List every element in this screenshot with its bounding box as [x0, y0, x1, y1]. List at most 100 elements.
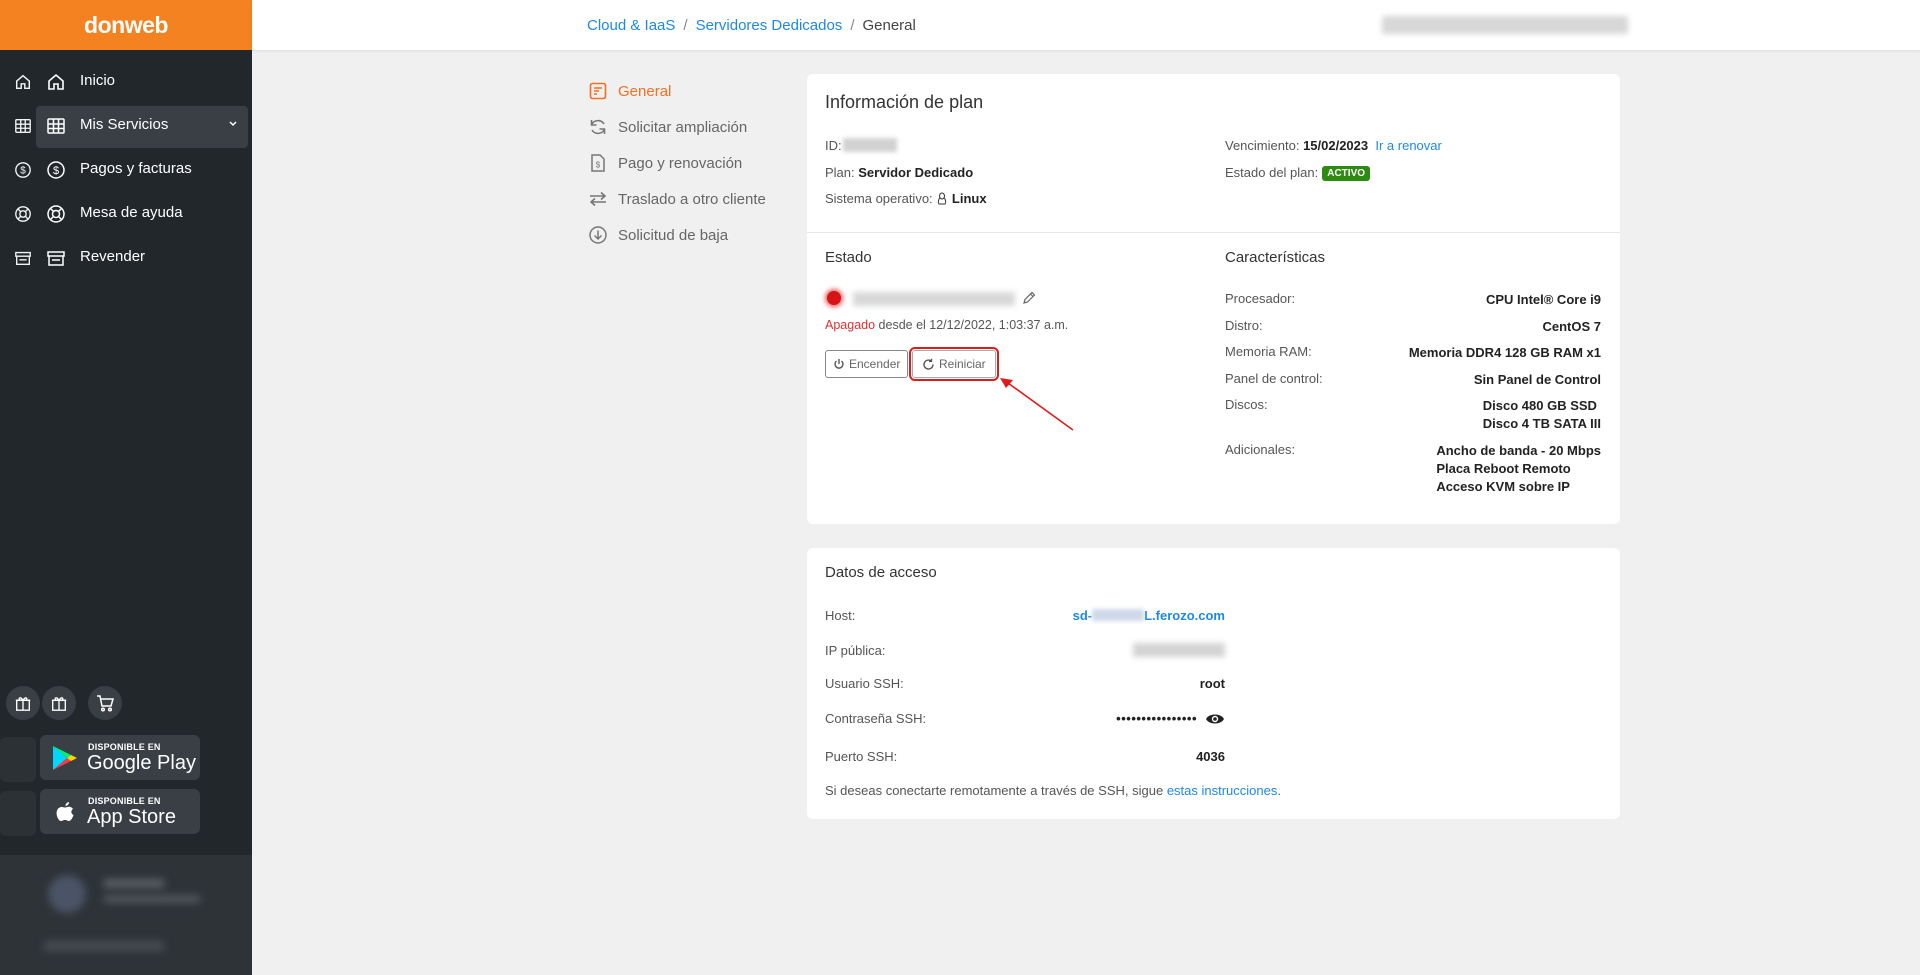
- sidebar-item-label: Mis Servicios: [80, 116, 169, 133]
- access-label: IP pública:: [825, 643, 886, 658]
- host-prefix: sd-: [1072, 608, 1093, 623]
- eye-icon[interactable]: [1205, 712, 1225, 726]
- submenu-item-baja[interactable]: Solicitud de baja: [588, 217, 766, 253]
- char-row-procesador: Procesador: CPU Intel® Core i9: [1225, 291, 1601, 307]
- field-label: ID:: [825, 138, 842, 153]
- submenu-item-traslado[interactable]: Traslado a otro cliente: [588, 181, 766, 217]
- char-label: Procesador:: [1225, 291, 1296, 306]
- char-value-line: CentOS 7: [1542, 319, 1601, 334]
- cart-icon: [95, 693, 115, 713]
- user-profile[interactable]: [0, 855, 252, 975]
- plan-id: ID:: [825, 138, 842, 153]
- account-info-redacted[interactable]: [1382, 16, 1628, 34]
- sidebar-item-label: Pagos y facturas: [80, 160, 192, 177]
- plan-info-card: Información de plan ID: Plan: Servidor D…: [807, 74, 1620, 524]
- gift-icon: [50, 694, 68, 712]
- power-state: Apagado desde el 12/12/2022, 1:03:37 a.m…: [825, 318, 1068, 332]
- transfer-icon: [588, 189, 608, 209]
- grid-icon: [46, 116, 66, 136]
- field-value: Linux: [951, 191, 987, 206]
- store-name: Google Play: [87, 752, 196, 774]
- download-circle-icon: [588, 225, 608, 245]
- user-name-redacted: [104, 879, 164, 888]
- power-icon: [833, 358, 849, 370]
- store-icon: [14, 249, 32, 267]
- power-on-button[interactable]: Encender: [825, 350, 909, 378]
- sidebar-item-label: Inicio: [80, 72, 116, 89]
- access-data-card: Datos de acceso Host: sd- L.ferozo.com IP…: [807, 548, 1620, 819]
- submenu-item-general[interactable]: General: [588, 73, 766, 109]
- char-row-distro: Distro: CentOS 7: [1225, 318, 1601, 334]
- google-play-button[interactable]: DISPONIBLE EN Google Play: [40, 735, 200, 780]
- app-store-badge-shadow: [0, 791, 36, 836]
- sidebar-item-label: Mesa de ayuda: [80, 204, 183, 221]
- submenu-item-label: Solicitud de baja: [618, 226, 729, 244]
- instructions-link[interactable]: estas instrucciones: [1167, 783, 1278, 798]
- breadcrumb-link[interactable]: Cloud & IaaS: [587, 17, 675, 34]
- logo[interactable]: donweb: [0, 0, 252, 50]
- ssh-password-value: ••••••••••••••••: [1116, 711, 1225, 726]
- button-label: Encender: [849, 357, 901, 371]
- breadcrumb: Cloud & IaaS / Servidores Dedicados / Genera…: [587, 17, 916, 34]
- sidebar-item-pagos[interactable]: $ $ Pagos y facturas: [0, 147, 252, 191]
- char-row-panel: Panel de control: Sin Panel de Control: [1225, 371, 1601, 389]
- sidebar-item-mesa-de-ayuda[interactable]: Mesa de ayuda: [0, 191, 252, 235]
- edit-pencil-icon[interactable]: [1021, 290, 1037, 306]
- linux-icon: [936, 192, 948, 205]
- submenu-item-pago[interactable]: $ Pago y renovación: [588, 145, 766, 181]
- submenu-item-label: General: [618, 82, 672, 100]
- service-submenu: General Solicitar ampliación $ Pago y re…: [588, 73, 766, 253]
- store-name: App Store: [87, 806, 176, 828]
- breadcrumb-link[interactable]: Servidores Dedicados: [696, 17, 843, 34]
- sidebar-item-mis-servicios[interactable]: Mis Servicios: [0, 103, 252, 148]
- status-badge: ACTIVO: [1322, 166, 1371, 182]
- access-row-user: Usuario SSH: root: [825, 676, 1225, 691]
- gift-button[interactable]: [42, 686, 76, 720]
- store-icon: [46, 248, 66, 268]
- host-suffix: L.ferozo.com: [1144, 608, 1225, 623]
- apple-icon: [50, 798, 80, 826]
- app-store-button[interactable]: DISPONIBLE EN App Store: [40, 789, 200, 834]
- sidebar-item-inicio[interactable]: Inicio: [0, 59, 252, 103]
- invoice-icon: $: [588, 153, 608, 173]
- gift-button[interactable]: [6, 686, 40, 720]
- document-icon: [588, 81, 608, 101]
- field-label: Sistema operativo:: [825, 191, 933, 206]
- sidebar-nav: Inicio Mis Servicios $ $ Pagos y factura…: [0, 59, 252, 279]
- char-value: Memoria DDR4 128 GB RAM x1: [1409, 344, 1601, 362]
- card-title: Información de plan: [825, 92, 984, 112]
- status-indicator-off: [827, 291, 841, 305]
- host-link[interactable]: sd- L.ferozo.com: [1073, 608, 1225, 623]
- button-label: Reiniciar: [939, 357, 986, 371]
- plan-expiry: Vencimiento: 15/02/2023 Ir a renovar: [1225, 138, 1442, 153]
- dollar-circle-icon: $: [14, 161, 32, 179]
- field-label: Estado del plan:: [1225, 165, 1319, 180]
- power-state-since: desde el 12/12/2022, 1:03:37 a.m.: [878, 318, 1069, 332]
- server-name-redacted: [853, 292, 1015, 306]
- char-value: Sin Panel de Control: [1474, 371, 1601, 389]
- card-title: Datos de acceso: [825, 564, 937, 581]
- access-row-port: Puerto SSH: 4036: [825, 749, 1225, 764]
- google-play-icon: [50, 744, 80, 772]
- char-row-discos: Discos: Disco 480 GB SSD Disco 4 TB SATA…: [1225, 397, 1601, 431]
- svg-text:$: $: [20, 166, 26, 177]
- renew-link[interactable]: Ir a renovar: [1375, 138, 1441, 153]
- sidebar-item-label: Revender: [80, 248, 146, 265]
- char-value: Disco 480 GB SSD Disco 4 TB SATA III: [1483, 397, 1601, 433]
- sidebar-item-revender[interactable]: Revender: [0, 235, 252, 279]
- char-value-line: CPU Intel® Core i9: [1485, 292, 1601, 307]
- breadcrumb-separator: /: [683, 17, 688, 34]
- restart-button[interactable]: Reiniciar: [909, 347, 999, 381]
- access-label: Usuario SSH:: [825, 676, 904, 691]
- submenu-item-ampliacion[interactable]: Solicitar ampliación: [588, 109, 766, 145]
- note-text: Si deseas conectarte remotamente a travé…: [825, 783, 1164, 798]
- section-title-caracteristicas: Características: [1225, 249, 1326, 266]
- store-caption: DISPONIBLE EN: [88, 742, 161, 752]
- restart-icon: [922, 358, 939, 371]
- svg-text:$: $: [53, 165, 59, 177]
- gift-icon: [14, 694, 32, 712]
- char-label: Panel de control:: [1225, 371, 1323, 386]
- field-value: 15/02/2023: [1303, 138, 1369, 153]
- field-label: Vencimiento:: [1225, 138, 1300, 153]
- cart-button[interactable]: [88, 686, 122, 720]
